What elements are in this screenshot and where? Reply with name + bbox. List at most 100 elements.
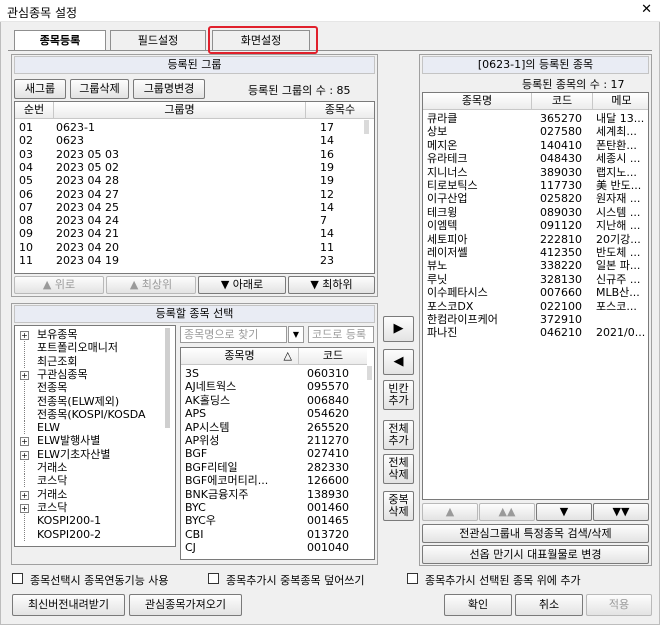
col-header-count[interactable]: 종목수 <box>306 102 374 119</box>
expand-plus-icon[interactable]: + <box>20 331 29 340</box>
table-row[interactable]: BYC우 001465 <box>181 514 366 527</box>
table-row[interactable]: 07 2023 04 25 14 <box>15 201 363 214</box>
table-row[interactable]: BGF리테일 282330 <box>181 461 366 474</box>
table-row[interactable]: 메지온 140410 폰탄환... <box>423 139 648 152</box>
cancel-button[interactable]: 취소 <box>515 594 583 616</box>
table-row[interactable]: BNK금융지주 138930 <box>181 488 366 501</box>
table-row[interactable]: BYC 001460 <box>181 501 366 514</box>
table-row[interactable]: 09 2023 04 21 14 <box>15 227 363 240</box>
table-row[interactable]: BGF에코머티리... 126600 <box>181 474 366 487</box>
table-row[interactable]: 03 2023 05 03 16 <box>15 148 363 161</box>
code-register-input[interactable]: 코드로 등록 <box>308 326 374 343</box>
expiry-replace-button[interactable]: 선옵 만기시 대표월물로 변경 <box>422 545 649 564</box>
add-all-button[interactable]: 전체 추가 <box>383 420 414 450</box>
table-row[interactable]: AP위성 211270 <box>181 434 366 447</box>
table-row[interactable]: 10 2023 04 20 11 <box>15 241 363 254</box>
group-search-delete-button[interactable]: 전관심그룹내 특정종목 검색/삭제 <box>422 524 649 543</box>
tree-item[interactable]: + ELW발행사별 <box>15 434 163 447</box>
table-row[interactable]: 포스코DX 022100 포스코... <box>423 300 648 313</box>
expand-plus-icon[interactable]: + <box>20 437 29 447</box>
table-row[interactable]: 06 2023 04 27 12 <box>15 188 363 201</box>
remove-stock-button[interactable]: ◀ <box>383 349 414 375</box>
tab-register[interactable]: 종목등록 <box>14 30 106 51</box>
tree-item[interactable]: 전종목(ELW제외) <box>15 394 163 408</box>
tree-item[interactable]: KOSPI200-2 <box>15 527 163 541</box>
table-row[interactable]: 05 2023 04 28 19 <box>15 174 363 187</box>
table-row[interactable]: 한컴라이프케어 372910 <box>423 313 648 326</box>
move-down-button[interactable]: ▼ 아래로 <box>198 276 286 294</box>
reg-move-top-button[interactable]: ▲▲ <box>479 503 535 521</box>
table-row[interactable]: AK홀딩스 006840 <box>181 394 366 407</box>
expand-plus-icon[interactable]: + <box>20 503 29 513</box>
col-header-reg-code[interactable]: 코드 <box>532 93 593 110</box>
table-row[interactable]: AJ네트웍스 095570 <box>181 380 366 393</box>
move-top-button[interactable]: ▲ 최상위 <box>106 276 196 294</box>
delete-duplicates-button[interactable]: 중복 삭제 <box>383 491 414 521</box>
add-stock-button[interactable]: ▶ <box>383 316 414 342</box>
table-row[interactable]: 지니너스 389030 랩지노... <box>423 166 648 179</box>
tab-field-settings[interactable]: 필드설정 <box>110 30 206 51</box>
tree-item[interactable]: 전종목(KOSPI/KOSDA <box>15 407 163 421</box>
table-row[interactable]: 루닛 328130 신규주 ... <box>423 273 648 286</box>
table-row[interactable]: CJ 001040 <box>181 541 366 554</box>
tree-item[interactable]: 포트폴리오매니저 <box>15 341 163 355</box>
tree-item[interactable]: 코스닥 <box>15 474 163 488</box>
tree-item[interactable]: + 코스닥 <box>15 501 163 514</box>
table-row[interactable]: 유라테크 048430 세종시 ... <box>423 152 648 165</box>
table-row[interactable]: 큐라클 365270 내달 13... <box>423 112 648 125</box>
table-row[interactable]: APS 054620 <box>181 407 366 420</box>
option-overwrite-checkbox[interactable] <box>208 573 219 584</box>
table-row[interactable]: AP시스템 265520 <box>181 421 366 434</box>
table-row[interactable]: 01 0623-1 17 <box>15 121 363 134</box>
tree-item[interactable]: KOSPI200-1 <box>15 514 163 528</box>
reg-move-up-button[interactable]: ▲ <box>422 503 478 521</box>
table-row[interactable]: 이수페타시스 007660 MLB산... <box>423 286 648 299</box>
move-bottom-button[interactable]: ▼ 최하위 <box>288 276 375 294</box>
add-blank-button[interactable]: 빈칸 추가 <box>383 380 414 410</box>
table-row[interactable]: 3S 060310 <box>181 367 366 380</box>
option-insert-above-checkbox[interactable] <box>407 573 418 584</box>
table-row[interactable]: 뷰노 338220 일본 파... <box>423 259 648 272</box>
groups-scrollbar-thumb[interactable] <box>364 120 369 134</box>
delete-group-button[interactable]: 그룹삭제 <box>70 79 129 99</box>
table-row[interactable]: 11 2023 04 19 23 <box>15 254 363 267</box>
tree-item[interactable]: + 거래소 <box>15 488 163 501</box>
table-row[interactable]: 세토피아 222810 20기강... <box>423 233 648 246</box>
table-row[interactable]: 파나진 046210 2021/0... <box>423 326 648 339</box>
tree-item[interactable]: + 보유종목 <box>15 328 163 341</box>
reg-move-down-button[interactable]: ▼ <box>536 503 592 521</box>
move-up-button[interactable]: ▲ 위로 <box>14 276 104 294</box>
table-row[interactable]: 상보 027580 세계최... <box>423 125 648 138</box>
tree-item[interactable]: ELW <box>15 421 163 435</box>
tree-scrollbar-thumb[interactable] <box>165 328 170 428</box>
reg-move-bottom-button[interactable]: ▼▼ <box>593 503 649 521</box>
import-watchlist-button[interactable]: 관심종목가져오기 <box>129 594 242 616</box>
col-header-reg-name[interactable]: 종목명 <box>423 93 532 110</box>
tree-item[interactable]: + 구관심종목 <box>15 368 163 381</box>
table-row[interactable]: 레이저쎌 412350 반도체 ... <box>423 246 648 259</box>
stock-scrollbar-thumb[interactable] <box>367 366 372 380</box>
delete-all-button[interactable]: 전체 삭제 <box>383 454 414 484</box>
col-header-stock-code[interactable]: 코드 <box>299 348 367 365</box>
col-header-stock-name[interactable]: 종목명 △ <box>181 348 299 365</box>
chevron-down-icon[interactable]: ▼ <box>288 326 304 343</box>
table-row[interactable]: 이구산업 025820 원자재 ... <box>423 192 648 205</box>
table-row[interactable]: 04 2023 05 02 19 <box>15 161 363 174</box>
apply-button[interactable]: 적용 <box>586 594 652 616</box>
table-row[interactable]: CBI 013720 <box>181 528 366 541</box>
download-latest-button[interactable]: 최신버전내려받기 <box>12 594 125 616</box>
expand-plus-icon[interactable]: + <box>20 490 29 500</box>
col-header-group-name[interactable]: 그룹명 <box>54 102 306 119</box>
tree-item[interactable]: 최근조회 <box>15 354 163 368</box>
new-group-button[interactable]: 새그룹 <box>14 79 66 99</box>
col-header-reg-memo[interactable]: 메모 <box>593 93 648 110</box>
rename-group-button[interactable]: 그룹명변경 <box>133 79 205 99</box>
table-row[interactable]: 테크윙 089030 시스템 ... <box>423 206 648 219</box>
close-icon[interactable]: ✕ <box>641 2 652 17</box>
tree-item[interactable]: 전종목 <box>15 381 163 395</box>
table-row[interactable]: 08 2023 04 24 7 <box>15 214 363 227</box>
option-link-checkbox[interactable] <box>12 573 23 584</box>
table-row[interactable]: 티로보틱스 117730 美 반도... <box>423 179 648 192</box>
table-row[interactable]: 이엠텍 091120 지난해 ... <box>423 219 648 232</box>
ok-button[interactable]: 확인 <box>444 594 512 616</box>
